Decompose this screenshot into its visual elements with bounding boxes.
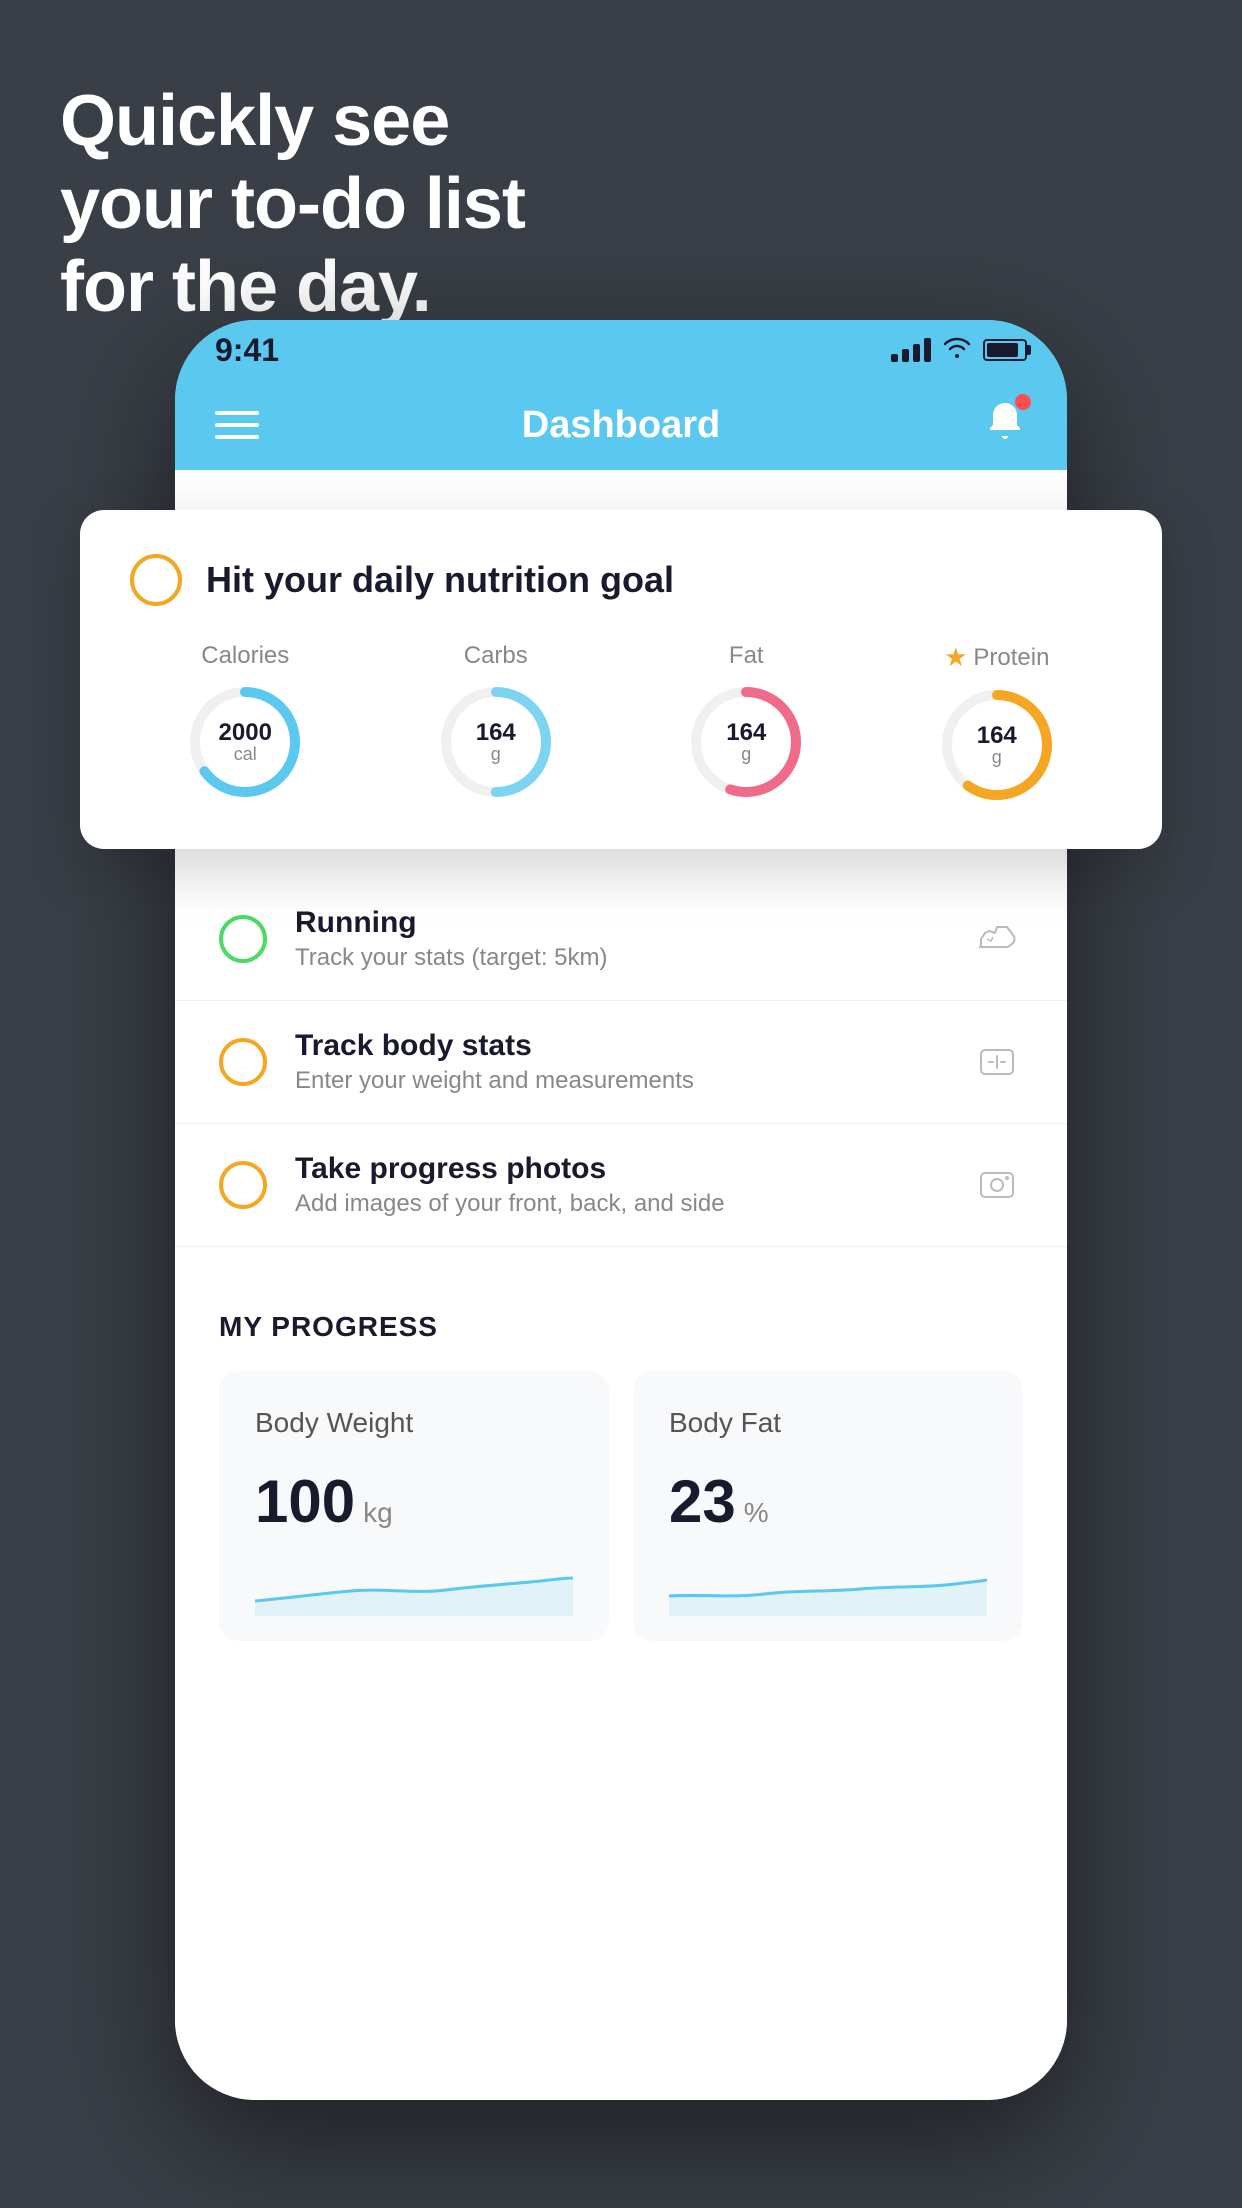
progress-section: MY PROGRESS Body Weight 100 kg <box>175 1267 1067 1685</box>
calories-donut: 2000 cal <box>185 682 305 802</box>
carbs-value: 164 <box>476 721 516 745</box>
protein-donut: 164 g <box>937 685 1057 805</box>
body-weight-number: 100 <box>255 1467 355 1536</box>
photo-icon <box>971 1159 1023 1211</box>
hero-text: Quickly see your to-do list for the day. <box>60 80 525 328</box>
progress-grid: Body Weight 100 kg <box>219 1371 1023 1641</box>
status-bar: 9:41 <box>175 320 1067 380</box>
card-header: Hit your daily nutrition goal <box>130 554 1112 606</box>
hamburger-line <box>215 411 259 415</box>
todo-item-running[interactable]: Running Track your stats (target: 5km) <box>175 878 1067 1001</box>
todo-subtitle-running: Track your stats (target: 5km) <box>295 944 943 972</box>
hamburger-line <box>215 423 259 427</box>
calories-unit: cal <box>234 745 257 763</box>
nutrition-checkbox[interactable] <box>130 554 182 606</box>
card-title: Hit your daily nutrition goal <box>206 559 674 601</box>
signal-icon <box>891 338 931 362</box>
fat-unit: g <box>741 745 751 763</box>
nutrition-card: Hit your daily nutrition goal Calories 2… <box>80 510 1162 849</box>
todo-text-track-body: Track body stats Enter your weight and m… <box>295 1029 943 1095</box>
body-fat-card: Body Fat 23 % <box>633 1371 1023 1641</box>
todo-title-progress-photos: Take progress photos <box>295 1152 943 1186</box>
calories-label: Calories <box>201 642 289 670</box>
todo-title-running: Running <box>295 906 943 940</box>
body-weight-value: 100 kg <box>255 1467 573 1536</box>
protein-label: Protein <box>973 644 1049 672</box>
fat-donut: 164 g <box>686 682 806 802</box>
protein-value: 164 <box>977 724 1017 748</box>
wifi-icon <box>943 335 971 366</box>
todo-item-track-body[interactable]: Track body stats Enter your weight and m… <box>175 1001 1067 1124</box>
body-fat-title: Body Fat <box>669 1407 987 1439</box>
scale-icon <box>971 1036 1023 1088</box>
todo-subtitle-track-body: Enter your weight and measurements <box>295 1067 943 1095</box>
todo-checkbox-progress-photos[interactable] <box>219 1161 267 1209</box>
nav-title: Dashboard <box>522 404 720 447</box>
hero-line1: Quickly see <box>60 80 525 163</box>
todo-checkbox-track-body[interactable] <box>219 1038 267 1086</box>
todo-subtitle-progress-photos: Add images of your front, back, and side <box>295 1190 943 1218</box>
notification-dot <box>1015 394 1031 410</box>
body-fat-chart <box>669 1556 987 1616</box>
shoe-icon <box>971 913 1023 965</box>
fat-label: Fat <box>729 642 764 670</box>
body-weight-chart <box>255 1556 573 1616</box>
todo-text-progress-photos: Take progress photos Add images of your … <box>295 1152 943 1218</box>
body-weight-unit: kg <box>363 1497 393 1529</box>
nutrition-protein: ★ Protein 164 g <box>937 642 1057 805</box>
notification-bell-icon[interactable] <box>983 398 1027 452</box>
todo-checkbox-running[interactable] <box>219 915 267 963</box>
body-fat-value: 23 % <box>669 1467 987 1536</box>
protein-label-container: ★ Protein <box>944 642 1049 673</box>
todo-item-progress-photos[interactable]: Take progress photos Add images of your … <box>175 1124 1067 1247</box>
todo-text-running: Running Track your stats (target: 5km) <box>295 906 943 972</box>
calories-value: 2000 <box>219 721 272 745</box>
nav-bar: Dashboard <box>175 380 1067 470</box>
nutrition-calories: Calories 2000 cal <box>185 642 305 802</box>
todo-title-track-body: Track body stats <box>295 1029 943 1063</box>
nutrition-fat: Fat 164 g <box>686 642 806 802</box>
status-time: 9:41 <box>215 332 279 369</box>
progress-header: MY PROGRESS <box>219 1311 1023 1343</box>
carbs-label: Carbs <box>464 642 528 670</box>
battery-icon <box>983 339 1027 361</box>
hamburger-line <box>215 435 259 439</box>
todo-list: Running Track your stats (target: 5km) T… <box>175 878 1067 1247</box>
hero-line2: your to-do list <box>60 163 525 246</box>
body-weight-card: Body Weight 100 kg <box>219 1371 609 1641</box>
star-icon: ★ <box>944 642 967 673</box>
nutrition-grid: Calories 2000 cal Carbs <box>130 642 1112 805</box>
body-fat-unit: % <box>744 1497 769 1529</box>
nutrition-carbs: Carbs 164 g <box>436 642 556 802</box>
status-icons <box>891 335 1027 366</box>
hero-line3: for the day. <box>60 246 525 329</box>
protein-unit: g <box>992 748 1002 766</box>
carbs-donut: 164 g <box>436 682 556 802</box>
body-fat-number: 23 <box>669 1467 736 1536</box>
fat-value: 164 <box>726 721 766 745</box>
hamburger-menu[interactable] <box>215 411 259 439</box>
body-weight-title: Body Weight <box>255 1407 573 1439</box>
carbs-unit: g <box>491 745 501 763</box>
